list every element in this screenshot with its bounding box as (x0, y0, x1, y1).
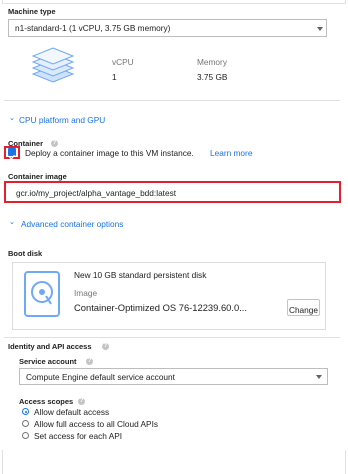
scope-radio-default[interactable] (22, 408, 29, 415)
machine-type-value: n1-standard-1 (1 vCPU, 3.75 GB memory) (15, 23, 171, 33)
identity-label: Identity and API access (8, 342, 92, 351)
access-scopes-label: Access scopes (19, 397, 74, 406)
service-account-label: Service account (19, 357, 77, 366)
help-icon[interactable]: ? (78, 398, 85, 405)
service-account-select[interactable]: Compute Engine default service account (19, 368, 328, 385)
deploy-container-checkbox[interactable] (8, 148, 16, 160)
container-image-input[interactable]: gcr.io/my_project/alpha_vantage_bdd:late… (4, 181, 341, 203)
boot-disk-image-caption: Image (74, 288, 98, 298)
divider (4, 100, 340, 101)
vcpu-header: vCPU (112, 57, 134, 67)
memory-value: 3.75 GB (197, 72, 228, 82)
container-image-value: gcr.io/my_project/alpha_vantage_bdd:late… (16, 188, 177, 198)
cpu-platform-link[interactable]: CPU platform and GPU (19, 115, 105, 125)
scope-label-full: Allow full access to all Cloud APIs (34, 419, 159, 429)
container-image-label: Container image (8, 172, 67, 181)
machine-type-select[interactable]: n1-standard-1 (1 vCPU, 3.75 GB memory) (8, 19, 327, 37)
disk-icon (24, 271, 60, 317)
change-boot-disk-button[interactable]: Change (287, 299, 320, 316)
deploy-container-label: Deploy a container image to this VM inst… (25, 148, 194, 158)
help-icon[interactable]: ? (86, 358, 93, 365)
change-button-label: Change (288, 305, 319, 315)
scope-label-custom: Set access for each API (34, 431, 123, 441)
layers-icon (30, 44, 76, 86)
check-icon (9, 154, 16, 160)
chevron-expand-icon: ⌄ (9, 115, 15, 122)
boot-disk-image-name: Container-Optimized OS 76-12239.60.0... (74, 302, 248, 313)
help-icon[interactable]: ? (102, 343, 109, 350)
scope-radio-full[interactable] (22, 420, 29, 427)
panel-bottom-edge (2, 450, 346, 474)
boot-disk-label: Boot disk (8, 249, 43, 258)
chevron-down-icon (317, 27, 323, 31)
scope-label-default: Allow default access (34, 407, 110, 417)
chevron-down-icon (316, 375, 322, 379)
advanced-container-options-link[interactable]: Advanced container options (21, 219, 123, 229)
boot-disk-title: New 10 GB standard persistent disk (74, 270, 207, 280)
machine-type-label: Machine type (8, 7, 56, 16)
divider (4, 337, 340, 338)
scope-radio-custom[interactable] (22, 432, 29, 439)
panel-top-edge (2, 0, 346, 4)
memory-header: Memory (197, 57, 227, 67)
learn-more-link[interactable]: Learn more (210, 148, 252, 158)
service-account-value: Compute Engine default service account (26, 372, 175, 382)
help-icon[interactable]: ? (51, 140, 58, 147)
chevron-expand-icon: ⌄ (9, 219, 15, 226)
vcpu-value: 1 (112, 72, 117, 82)
